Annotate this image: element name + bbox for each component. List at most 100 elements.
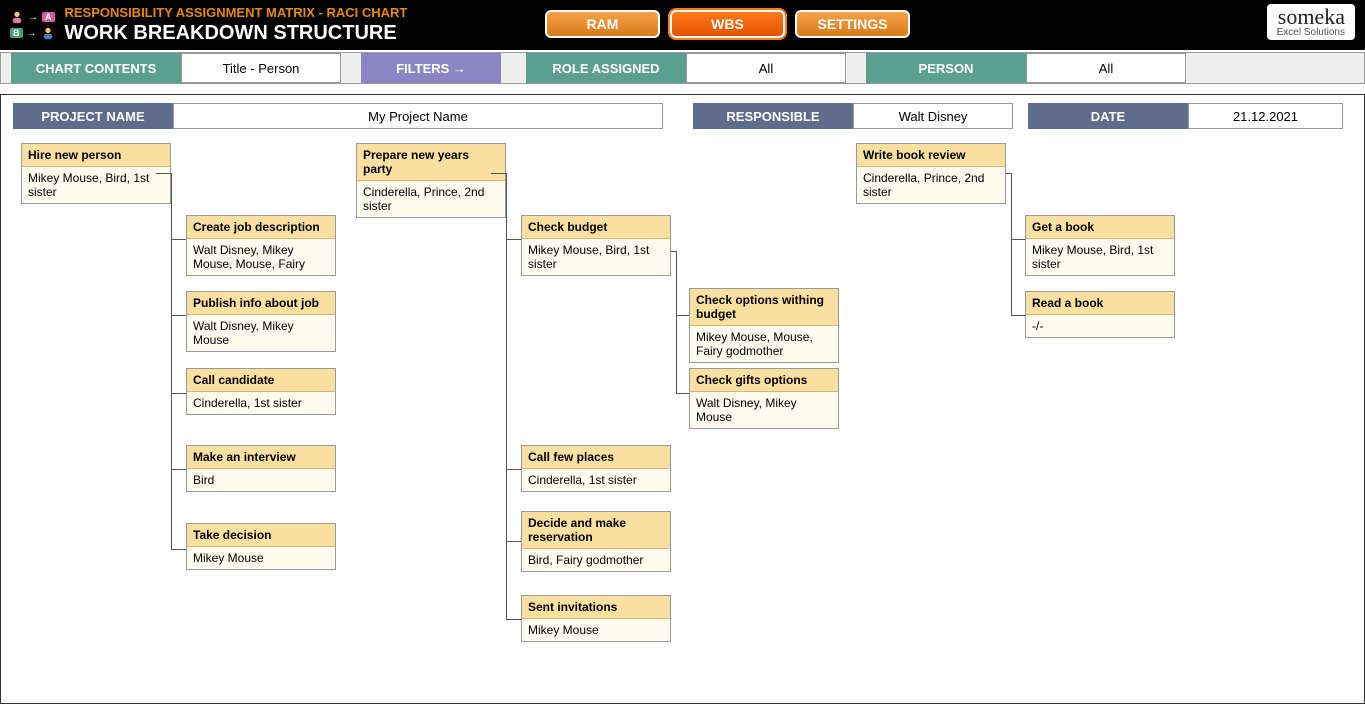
wbs-node-check-options-budget[interactable]: Check options withing budget Mikey Mouse… xyxy=(689,288,839,363)
wbs-node-check-gifts[interactable]: Check gifts options Walt Disney, Mikey M… xyxy=(689,368,839,429)
wbs-node-get-a-book[interactable]: Get a book Mikey Mouse, Bird, 1st sister xyxy=(1025,215,1175,276)
node-body: Mikey Mouse, Bird, 1st sister xyxy=(1026,239,1174,275)
person-dropdown[interactable]: All xyxy=(1026,53,1186,83)
wbs-node-write-book-review[interactable]: Write book review Cinderella, Prince, 2n… xyxy=(856,143,1006,204)
chart-contents-label: CHART CONTENTS xyxy=(11,53,181,83)
node-body: Mikey Mouse, Bird, 1st sister xyxy=(22,167,170,203)
node-title: Take decision xyxy=(187,524,335,547)
node-body: Bird xyxy=(187,469,335,491)
connector-line xyxy=(171,315,186,316)
connector-line xyxy=(506,469,521,470)
node-title: Check gifts options xyxy=(690,369,838,392)
node-title: Publish info about job xyxy=(187,292,335,315)
nav-wbs-button[interactable]: WBS xyxy=(670,10,785,38)
project-name-label: PROJECT NAME xyxy=(13,103,173,129)
connector-line xyxy=(506,541,521,542)
connector-line xyxy=(506,239,521,240)
node-title: Check options withing budget xyxy=(690,289,838,326)
node-body: Cinderella, 1st sister xyxy=(187,392,335,414)
node-body: Cinderella, 1st sister xyxy=(522,469,670,491)
connector-line xyxy=(676,315,689,316)
node-title: Decide and make reservation xyxy=(522,512,670,549)
legend-row-a: → A xyxy=(10,10,55,24)
responsible-label: RESPONSIBLE xyxy=(693,103,853,129)
connector-line xyxy=(676,393,689,394)
top-bar: → A B → RESPONSIBILITY ASSIGNMENT MATRIX… xyxy=(0,0,1365,50)
wbs-node-decide-reservation[interactable]: Decide and make reservation Bird, Fairy … xyxy=(521,511,671,572)
app-subtitle: RESPONSIBILITY ASSIGNMENT MATRIX - RACI … xyxy=(65,5,408,21)
project-name-field[interactable]: My Project Name xyxy=(173,103,663,129)
wbs-node-call-few-places[interactable]: Call few places Cinderella, 1st sister xyxy=(521,445,671,492)
nav-buttons: RAM WBS SETTINGS xyxy=(545,10,910,38)
connector-line xyxy=(1011,315,1025,316)
legend-b-badge: B xyxy=(10,28,23,38)
logo: someka Excel Solutions xyxy=(1267,4,1355,40)
node-title: Call few places xyxy=(522,446,670,469)
node-body: Walt Disney, Mikey Mouse xyxy=(187,315,335,351)
responsible-field[interactable]: Walt Disney xyxy=(853,103,1013,129)
arrow-icon: → xyxy=(27,28,37,39)
wbs-node-sent-invitations[interactable]: Sent invitations Mikey Mouse xyxy=(521,595,671,642)
connector-line xyxy=(171,239,186,240)
node-title: Call candidate xyxy=(187,369,335,392)
node-title: Read a book xyxy=(1026,292,1174,315)
connector-line xyxy=(506,619,521,620)
wbs-node-call-candidate[interactable]: Call candidate Cinderella, 1st sister xyxy=(186,368,336,415)
logo-text: someka xyxy=(1277,6,1345,28)
connector-line xyxy=(171,393,186,394)
connector-line xyxy=(1011,173,1012,315)
person-label: PERSON xyxy=(866,53,1026,83)
node-body: Mikey Mouse, Bird, 1st sister xyxy=(522,239,670,275)
connector-line xyxy=(1006,173,1012,174)
node-title: Get a book xyxy=(1026,216,1174,239)
node-body: Walt Disney, Mikey Mouse xyxy=(690,392,838,428)
arrow-icon: → xyxy=(28,12,38,23)
connector-line xyxy=(676,251,677,393)
node-title: Sent invitations xyxy=(522,596,670,619)
connector-line xyxy=(156,173,171,174)
wbs-canvas: Hire new person Mikey Mouse, Bird, 1st s… xyxy=(1,143,1364,683)
chart-contents-dropdown[interactable]: Title - Person xyxy=(181,53,341,83)
role-assigned-label: ROLE ASSIGNED xyxy=(526,53,686,83)
wbs-node-take-decision[interactable]: Take decision Mikey Mouse xyxy=(186,523,336,570)
legend-row-b: B → xyxy=(10,26,55,40)
app-title: WORK BREAKDOWN STRUCTURE xyxy=(65,21,408,45)
nav-ram-button[interactable]: RAM xyxy=(545,10,660,38)
connector-line xyxy=(171,469,186,470)
wbs-node-publish-info[interactable]: Publish info about job Walt Disney, Mike… xyxy=(186,291,336,352)
node-body: -/- xyxy=(1026,315,1174,337)
node-title: Make an interview xyxy=(187,446,335,469)
node-title: Write book review xyxy=(857,144,1005,167)
wbs-node-check-budget[interactable]: Check budget Mikey Mouse, Bird, 1st sist… xyxy=(521,215,671,276)
person-icon xyxy=(10,10,24,24)
title-block: RESPONSIBILITY ASSIGNMENT MATRIX - RACI … xyxy=(65,5,408,45)
date-field[interactable]: 21.12.2021 xyxy=(1188,103,1343,129)
connector-line xyxy=(1011,239,1025,240)
connector-line xyxy=(671,251,677,252)
connector-line xyxy=(171,549,186,550)
filters-button[interactable]: FILTERS → xyxy=(361,53,501,83)
node-title: Create job description xyxy=(187,216,335,239)
main-area: PROJECT NAME My Project Name RESPONSIBLE… xyxy=(0,94,1365,704)
wbs-node-create-job-description[interactable]: Create job description Walt Disney, Mike… xyxy=(186,215,336,276)
node-body: Mikey Mouse xyxy=(187,547,335,569)
nav-settings-button[interactable]: SETTINGS xyxy=(795,10,910,38)
node-body: Mikey Mouse xyxy=(522,619,670,641)
wbs-node-hire-new-person[interactable]: Hire new person Mikey Mouse, Bird, 1st s… xyxy=(21,143,171,204)
logo-subtext: Excel Solutions xyxy=(1277,28,1345,38)
legend-a-badge: A xyxy=(42,12,55,22)
legend-area: → A B → xyxy=(10,10,55,40)
node-body: Cinderella, Prince, 2nd sister xyxy=(357,181,505,217)
node-title: Hire new person xyxy=(22,144,170,167)
wbs-node-read-a-book[interactable]: Read a book -/- xyxy=(1025,291,1175,338)
wbs-node-prepare-party[interactable]: Prepare new years party Cinderella, Prin… xyxy=(356,143,506,218)
connector-line xyxy=(171,173,172,549)
project-header-row: PROJECT NAME My Project Name RESPONSIBLE… xyxy=(1,103,1364,129)
date-label: DATE xyxy=(1028,103,1188,129)
node-body: Cinderella, Prince, 2nd sister xyxy=(857,167,1005,203)
node-title: Prepare new years party xyxy=(357,144,505,181)
person-icon xyxy=(41,26,55,40)
node-body: Bird, Fairy godmother xyxy=(522,549,670,571)
wbs-node-make-interview[interactable]: Make an interview Bird xyxy=(186,445,336,492)
role-assigned-dropdown[interactable]: All xyxy=(686,53,846,83)
